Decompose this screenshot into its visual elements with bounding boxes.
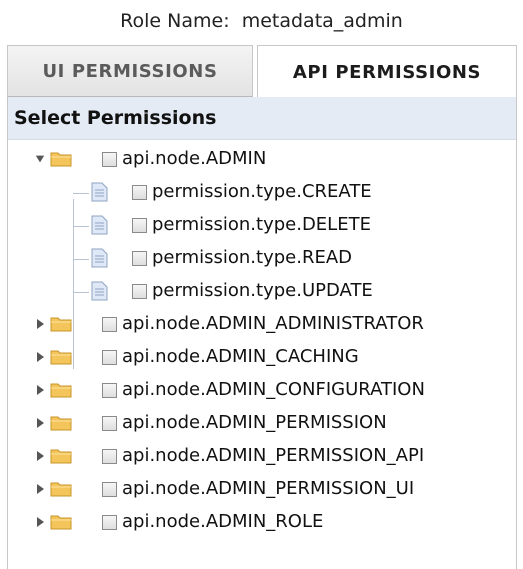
node-label: api.node.ADMIN (122, 148, 267, 169)
tree-leaf-permission-update: permission.type.UPDATE (8, 275, 516, 308)
node-label: api.node.ADMIN_ADMINISTRATOR (122, 313, 424, 334)
triangle-right-icon[interactable] (35, 515, 45, 529)
document-icon (91, 248, 108, 268)
permission-label: permission.type.READ (152, 247, 353, 268)
folder-icon (50, 482, 72, 497)
document-icon (91, 281, 108, 301)
tree-node-admin-configuration: api.node.ADMIN_CONFIGURATION (8, 374, 516, 407)
role-name-value: metadata_admin (241, 10, 403, 32)
triangle-right-icon[interactable] (35, 350, 45, 364)
folder-icon (50, 383, 72, 398)
node-label: api.node.ADMIN_CONFIGURATION (122, 379, 425, 400)
tree-node-admin-permission: api.node.ADMIN_PERMISSION (8, 407, 516, 440)
tree-node-admin-permission-api: api.node.ADMIN_PERMISSION_API (8, 440, 516, 473)
node-checkbox[interactable] (102, 416, 117, 431)
node-label: api.node.ADMIN_PERMISSION_UI (122, 478, 415, 499)
tab-ui-permissions[interactable]: UI PERMISSIONS (7, 45, 253, 97)
role-name-label: Role Name: (120, 10, 230, 32)
triangle-right-icon[interactable] (35, 383, 45, 397)
role-name-line: Role Name: metadata_admin (0, 8, 523, 34)
node-checkbox[interactable] (102, 152, 117, 167)
permission-tree: api.node.ADMIN permission.type.CREATE pe… (8, 139, 516, 569)
tree-node-api-node-admin: api.node.ADMIN (8, 143, 516, 176)
node-label: api.node.ADMIN_CACHING (122, 346, 359, 367)
document-icon (91, 215, 108, 235)
tree-leaf-permission-read: permission.type.READ (8, 242, 516, 275)
permission-label: permission.type.DELETE (152, 214, 371, 235)
triangle-right-icon[interactable] (35, 416, 45, 430)
permission-label: permission.type.CREATE (152, 181, 372, 202)
node-label: api.node.ADMIN_ROLE (122, 511, 324, 532)
node-checkbox[interactable] (102, 515, 117, 530)
node-checkbox[interactable] (102, 350, 117, 365)
permission-checkbox[interactable] (132, 251, 147, 266)
permission-checkbox[interactable] (132, 284, 147, 299)
tree-leaf-permission-create: permission.type.CREATE (8, 176, 516, 209)
tree-node-admin-administrator: api.node.ADMIN_ADMINISTRATOR (8, 308, 516, 341)
node-checkbox[interactable] (102, 317, 117, 332)
node-label: api.node.ADMIN_PERMISSION_API (122, 445, 425, 466)
tree-node-admin-role: api.node.ADMIN_ROLE (8, 506, 516, 539)
permission-checkbox[interactable] (132, 218, 147, 233)
node-checkbox[interactable] (102, 482, 117, 497)
triangle-right-icon[interactable] (35, 449, 45, 463)
document-icon (91, 182, 108, 202)
permission-label: permission.type.UPDATE (152, 280, 373, 301)
tree-node-admin-permission-ui: api.node.ADMIN_PERMISSION_UI (8, 473, 516, 506)
node-checkbox[interactable] (102, 383, 117, 398)
node-checkbox[interactable] (102, 449, 117, 464)
folder-icon (50, 449, 72, 464)
triangle-down-icon[interactable] (35, 152, 45, 166)
folder-icon (50, 152, 72, 167)
folder-icon (50, 317, 72, 332)
folder-icon (50, 416, 72, 431)
panel-header: Select Permissions (8, 97, 516, 140)
permission-tabs: UI PERMISSIONS API PERMISSIONS (7, 45, 517, 99)
tab-api-permissions[interactable]: API PERMISSIONS (257, 45, 517, 99)
tree-node-admin-caching: api.node.ADMIN_CACHING (8, 341, 516, 374)
triangle-right-icon[interactable] (35, 482, 45, 496)
folder-icon (50, 350, 72, 365)
permissions-panel: Select Permissions api.node.ADMIN permis… (7, 97, 517, 569)
tree-leaf-permission-delete: permission.type.DELETE (8, 209, 516, 242)
permission-checkbox[interactable] (132, 185, 147, 200)
node-label: api.node.ADMIN_PERMISSION (122, 412, 387, 433)
folder-icon (50, 515, 72, 530)
triangle-right-icon[interactable] (35, 317, 45, 331)
